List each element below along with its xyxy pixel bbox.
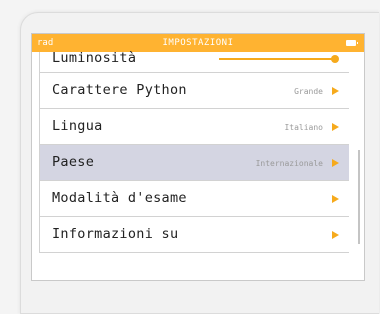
calculator-screen: rad IMPOSTAZIONI Luminosità Carattere Py… <box>31 33 365 281</box>
battery-full-icon <box>346 40 358 46</box>
settings-item-value: Internazionale <box>255 159 323 168</box>
settings-item-label: Lingua <box>52 118 103 134</box>
settings-item-value: Grande <box>294 87 323 96</box>
settings-item-lingua[interactable]: Lingua Italiano <box>39 109 349 145</box>
scrollbar[interactable] <box>358 150 360 244</box>
settings-list: Luminosità Carattere Python Grande Lingu… <box>39 50 349 253</box>
brightness-slider-track[interactable] <box>219 58 337 60</box>
settings-item-carattere-python[interactable]: Carattere Python Grande <box>39 73 349 109</box>
brightness-slider-handle[interactable] <box>331 55 339 63</box>
settings-item-modalita-esame[interactable]: Modalità d'esame <box>39 181 349 217</box>
settings-item-paese[interactable]: Paese Internazionale <box>39 145 349 181</box>
chevron-right-icon <box>332 159 339 167</box>
settings-item-label: Carattere Python <box>52 82 187 98</box>
chevron-right-icon <box>332 231 339 239</box>
settings-item-label: Modalità d'esame <box>52 190 187 206</box>
settings-item-informazioni[interactable]: Informazioni su <box>39 217 349 253</box>
chevron-right-icon <box>332 195 339 203</box>
settings-item-luminosita[interactable]: Luminosità <box>39 50 349 73</box>
settings-item-label: Paese <box>52 154 95 170</box>
chevron-right-icon <box>332 123 339 131</box>
settings-item-label: Luminosità <box>52 50 137 66</box>
settings-item-label: Informazioni su <box>52 226 179 242</box>
chevron-right-icon <box>332 87 339 95</box>
settings-item-value: Italiano <box>284 123 323 132</box>
